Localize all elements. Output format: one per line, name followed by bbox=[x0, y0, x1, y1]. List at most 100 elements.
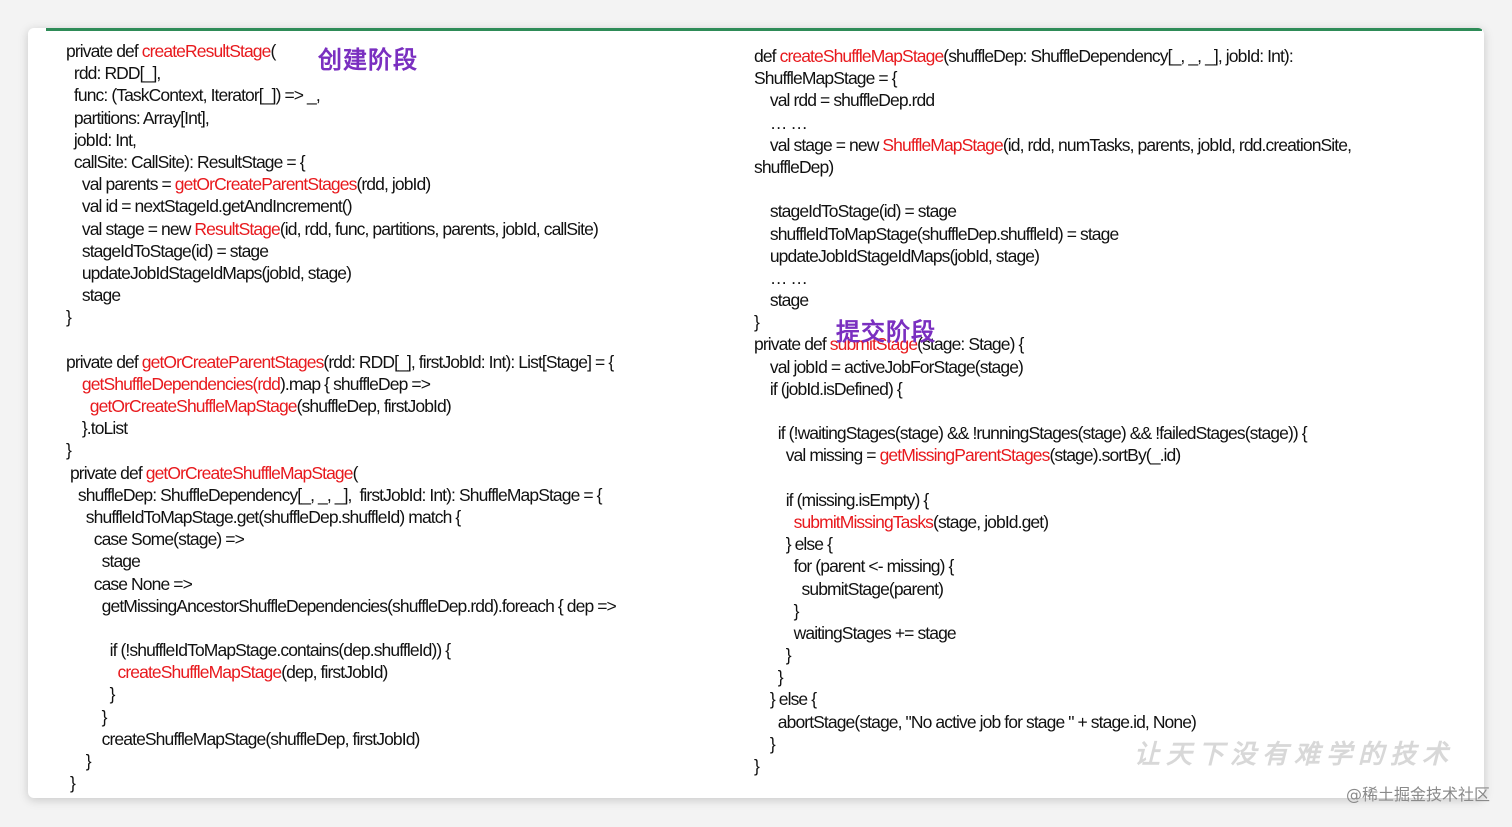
highlighted-method: getShuffleDependencies(rdd bbox=[81, 373, 281, 394]
code-text: val parents = bbox=[66, 174, 175, 195]
code-line: func: (TaskContext, Iterator[_]) => _, bbox=[66, 84, 616, 106]
code-line: submitStage(parent) bbox=[754, 578, 1351, 600]
code-text: } else { bbox=[754, 534, 833, 555]
code-text: stage bbox=[66, 551, 141, 572]
code-text: case Some(stage) => bbox=[66, 529, 245, 550]
code-text: shuffleIdToMapStage.get(shuffleDep.shuff… bbox=[66, 506, 461, 527]
code-line: } bbox=[754, 666, 1351, 688]
code-text: } bbox=[754, 667, 784, 688]
code-text: stageIdToStage(id) = stage bbox=[66, 240, 269, 261]
code-text: createShuffleMapStage(shuffleDep, firstJ… bbox=[66, 728, 421, 749]
code-text: } bbox=[66, 751, 92, 771]
code-text: } bbox=[66, 440, 72, 461]
code-text: … … bbox=[754, 267, 808, 288]
code-line: val parents = getOrCreateParentStages(rd… bbox=[66, 173, 616, 195]
highlighted-method: createResultStage bbox=[141, 41, 272, 61]
code-text: val jobId = activeJobForStage(stage) bbox=[754, 356, 1024, 377]
code-text: partitions: Array[Int], bbox=[66, 107, 210, 128]
highlighted-method: createShuffleMapStage bbox=[779, 46, 945, 66]
code-text: val stage = new bbox=[66, 218, 195, 239]
code-line: stageIdToStage(id) = stage bbox=[66, 240, 616, 262]
code-line: stage bbox=[66, 284, 616, 306]
code-line: case Some(stage) => bbox=[66, 528, 616, 550]
code-text: jobId: Int, bbox=[66, 129, 137, 150]
code-text: } bbox=[66, 773, 76, 794]
code-text: } bbox=[754, 645, 792, 666]
code-text: getMissingAncestorShuffleDependencies(sh… bbox=[66, 595, 617, 616]
code-text: … … bbox=[754, 112, 808, 133]
code-line: val id = nextStageId.getAndIncrement() bbox=[66, 195, 616, 217]
code-line: callSite: CallSite): ResultStage = { bbox=[66, 151, 616, 173]
code-line: getMissingAncestorShuffleDependencies(sh… bbox=[66, 595, 617, 617]
watermark: 让天下没有难学的技术 bbox=[1133, 740, 1454, 770]
code-text: val missing = bbox=[754, 445, 880, 466]
code-line: ShuffleMapStage = { bbox=[754, 67, 1351, 89]
code-text: updateJobIdStageIdMaps(jobId, stage) bbox=[66, 262, 352, 283]
code-text: } bbox=[754, 312, 760, 333]
code-text: updateJobIdStageIdMaps(jobId, stage) bbox=[754, 245, 1040, 266]
code-text: ).map { shuffleDep => bbox=[279, 373, 431, 394]
highlighted-method: getOrCreateParentStages bbox=[141, 351, 325, 372]
code-line: abortStage(stage, "No active job for sta… bbox=[754, 711, 1351, 733]
code-line: val jobId = activeJobForStage(stage) bbox=[754, 356, 1351, 378]
submit-stage-label: 提交阶段 bbox=[836, 318, 936, 346]
code-text: private def bbox=[66, 462, 146, 483]
code-line: partitions: Array[Int], bbox=[66, 107, 616, 129]
code-line: if (!waitingStages(stage) && !runningSta… bbox=[754, 422, 1351, 444]
code-line: jobId: Int, bbox=[66, 129, 616, 151]
code-line: createShuffleMapStage(dep, firstJobId) bbox=[66, 661, 616, 683]
code-line: } bbox=[66, 706, 616, 728]
code-text: for (parent <- missing) { bbox=[754, 556, 955, 577]
code-text: (dep, firstJobId) bbox=[281, 662, 388, 683]
highlighted-method: getOrCreateShuffleMapStage bbox=[145, 462, 354, 483]
code-line: } else { bbox=[754, 688, 1351, 710]
code-line: shuffleIdToMapStage(shuffleDep.shuffleId… bbox=[754, 223, 1351, 245]
highlighted-method: getMissingParentStages bbox=[879, 445, 1051, 466]
code-text: ( bbox=[352, 462, 359, 483]
code-line: private def getOrCreateParentStages(rdd:… bbox=[66, 351, 616, 373]
code-text: private def bbox=[754, 334, 830, 355]
code-text: val id = nextStageId.getAndIncrement() bbox=[66, 196, 353, 217]
code-text: } bbox=[66, 706, 108, 727]
code-line: … … bbox=[754, 112, 1351, 134]
accent-line bbox=[46, 28, 1482, 31]
code-text: (rdd: RDD[_], firstJobId: Int): List[Sta… bbox=[323, 351, 614, 372]
highlighted-method: getOrCreateParentStages bbox=[174, 174, 358, 195]
code-text: rdd: RDD[_], bbox=[66, 63, 161, 84]
code-line: val stage = new ResultStage(id, rdd, fun… bbox=[66, 218, 616, 240]
code-text: (shuffleDep, firstJobId) bbox=[296, 396, 452, 416]
code-line: val missing = getMissingParentStages(sta… bbox=[754, 444, 1351, 466]
code-text: stage bbox=[66, 285, 121, 306]
code-text: shuffleDep) bbox=[754, 156, 834, 177]
create-stage-label: 创建阶段 bbox=[318, 46, 418, 74]
code-text: private def bbox=[66, 351, 142, 372]
code-line: case None => bbox=[66, 573, 616, 595]
code-text: (id, rdd, numTasks, parents, jobId, rdd.… bbox=[1002, 134, 1352, 155]
code-line: }.toList bbox=[66, 417, 616, 439]
code-line: stage bbox=[66, 550, 616, 572]
code-text: private def bbox=[66, 41, 142, 61]
code-line: submitMissingTasks(stage, jobId.get) bbox=[754, 511, 1351, 533]
code-line: shuffleDep: ShuffleDependency[_, _, _], … bbox=[66, 484, 616, 506]
highlighted-method: createShuffleMapStage bbox=[117, 662, 283, 683]
code-line: } bbox=[66, 439, 616, 461]
code-text: def bbox=[754, 46, 780, 66]
highlighted-method: ShuffleMapStage bbox=[882, 134, 1003, 155]
code-line: stage bbox=[754, 289, 1351, 311]
code-line: stageIdToStage(id) = stage bbox=[754, 200, 1351, 222]
code-text: } bbox=[66, 307, 72, 328]
code-text: } bbox=[66, 684, 116, 705]
code-line: getShuffleDependencies(rdd).map { shuffl… bbox=[66, 373, 616, 395]
code-text: val rdd = shuffleDep.rdd bbox=[754, 90, 935, 111]
code-text: ShuffleMapStage = { bbox=[754, 68, 898, 89]
code-text: val stage = new bbox=[754, 134, 883, 155]
code-text: if (!shuffleIdToMapStage.contains(dep.sh… bbox=[66, 640, 452, 661]
code-text: ( bbox=[270, 41, 276, 61]
code-text: if (missing.isEmpty) { bbox=[754, 489, 930, 510]
code-text: abortStage(stage, "No active job for sta… bbox=[754, 711, 1197, 732]
